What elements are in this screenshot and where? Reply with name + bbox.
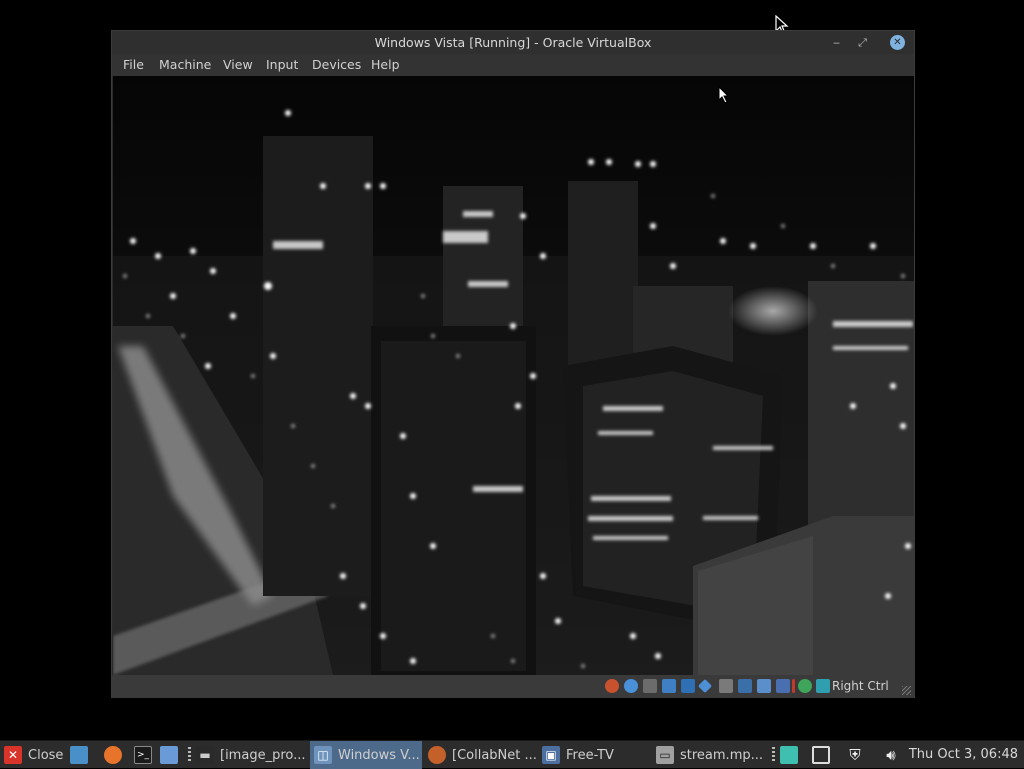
- network-icon[interactable]: [681, 679, 695, 693]
- terminal-launcher[interactable]: >_: [134, 741, 158, 769]
- resize-grip[interactable]: [902, 686, 911, 695]
- floppy-icon[interactable]: [643, 679, 657, 693]
- task-windows-vista[interactable]: ◫ Windows V...: [310, 741, 422, 769]
- cpu-icon[interactable]: [776, 679, 790, 693]
- menu-devices[interactable]: Devices: [312, 57, 361, 72]
- close-button[interactable]: ✕ Close: [4, 741, 66, 769]
- tray-volume[interactable]: 🔊︎: [882, 741, 906, 769]
- terminal-icon: ▬: [196, 746, 214, 764]
- menu-view[interactable]: View: [223, 57, 253, 72]
- close-icon: ✕: [4, 746, 22, 764]
- task-label: Windows V...: [338, 747, 420, 763]
- task-image-pro[interactable]: ▬ [image_pro...: [196, 741, 308, 769]
- title-bar[interactable]: Windows Vista [Running] - Oracle Virtual…: [112, 31, 914, 54]
- taskbar: ✕ Close >_ ▬ [image_pro... ◫ Windows V..…: [0, 740, 1024, 769]
- task-free-tv[interactable]: ▣ Free-TV: [542, 741, 652, 769]
- shared-folders-icon[interactable]: [719, 679, 733, 693]
- clipboard-icon: [780, 746, 798, 764]
- firefox-icon: [428, 746, 446, 764]
- tv-icon: ▣: [542, 746, 560, 764]
- firefox-icon: [104, 746, 122, 764]
- separator: [188, 747, 191, 763]
- tray-shield[interactable]: ⛨: [846, 741, 868, 769]
- files-launcher[interactable]: [160, 741, 184, 769]
- shield-icon: ⛨: [849, 746, 861, 764]
- desktop-icon: [70, 746, 88, 764]
- status-bar: Right Ctrl: [112, 675, 914, 698]
- display-icon[interactable]: [738, 679, 752, 693]
- audio-icon[interactable]: [662, 679, 676, 693]
- firefox-launcher[interactable]: [104, 741, 128, 769]
- tray-clipboard[interactable]: [780, 741, 802, 769]
- tray-window[interactable]: [812, 741, 834, 769]
- recording-icon[interactable]: [757, 679, 771, 693]
- menu-file[interactable]: File: [123, 57, 144, 72]
- task-label: stream.mp...: [680, 747, 764, 763]
- guest-wallpaper-image: [113, 76, 914, 675]
- menu-bar: File Machine View Input Devices Help: [112, 54, 914, 76]
- task-label: [image_pro...: [220, 747, 306, 763]
- vt-x-icon: [792, 679, 795, 693]
- maximize-button[interactable]: ⤢: [855, 35, 870, 50]
- keyboard-capture-icon[interactable]: [816, 679, 830, 693]
- terminal-icon: >_: [134, 746, 152, 764]
- video-file-icon: ▭: [656, 746, 674, 764]
- menu-input[interactable]: Input: [266, 57, 298, 72]
- virtualbox-window[interactable]: Windows Vista [Running] - Oracle Virtual…: [111, 30, 915, 698]
- hard-disk-icon[interactable]: [605, 679, 619, 693]
- usb-icon[interactable]: [697, 678, 713, 694]
- task-label: Free-TV: [566, 747, 614, 763]
- task-label: [CollabNet ...: [452, 747, 537, 763]
- guest-display[interactable]: [113, 76, 914, 675]
- window-icon: [812, 746, 830, 764]
- task-stream[interactable]: ▭ stream.mp...: [656, 741, 768, 769]
- guest-mouse-cursor-icon: [718, 86, 730, 104]
- mouse-integration-icon[interactable]: [798, 679, 812, 693]
- volume-icon: 🔊︎: [886, 746, 896, 764]
- task-collabnet[interactable]: [CollabNet ...: [428, 741, 538, 769]
- host-key-label: Right Ctrl: [832, 679, 889, 693]
- menu-help[interactable]: Help: [371, 57, 400, 72]
- clock[interactable]: Thu Oct 3, 06:48: [909, 747, 1018, 762]
- show-desktop-button[interactable]: [70, 741, 94, 769]
- window-title: Windows Vista [Running] - Oracle Virtual…: [374, 35, 652, 50]
- menu-machine[interactable]: Machine: [159, 57, 211, 72]
- desktop: Windows Vista [Running] - Oracle Virtual…: [0, 0, 1024, 740]
- minimize-button[interactable]: ‒: [829, 35, 844, 50]
- optical-drive-icon[interactable]: [624, 679, 638, 693]
- virtualbox-icon: ◫: [314, 746, 332, 764]
- folder-icon: [160, 746, 178, 764]
- separator: [772, 747, 775, 763]
- close-button[interactable]: ✕: [890, 35, 905, 50]
- close-label: Close: [28, 747, 64, 763]
